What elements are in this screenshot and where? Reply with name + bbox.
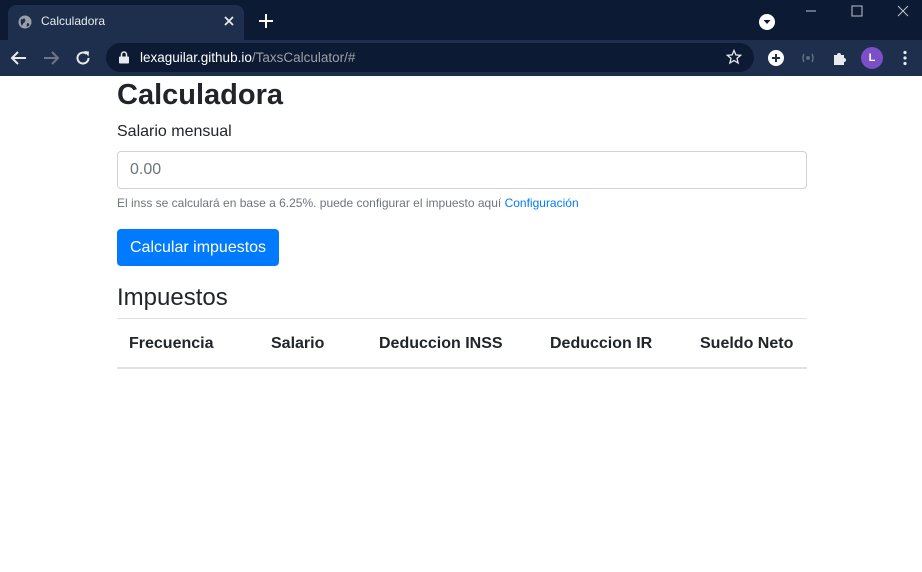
profile-avatar[interactable]: L	[861, 47, 883, 69]
chevron-down-icon[interactable]	[759, 14, 775, 30]
column-header-frecuencia: Frecuencia	[117, 318, 259, 369]
extension-add-icon[interactable]	[767, 49, 785, 67]
close-icon[interactable]	[222, 14, 236, 28]
browser-toolbar: lexaguilar.github.io/TaxsCalculator/# L	[0, 40, 922, 76]
url-text: lexaguilar.github.io/TaxsCalculator/#	[140, 50, 355, 65]
forward-arrow-icon[interactable]	[42, 49, 60, 67]
back-arrow-icon[interactable]	[10, 49, 28, 67]
minimize-icon[interactable]	[804, 4, 818, 18]
lock-icon[interactable]	[118, 51, 130, 64]
page-title: Calculadora	[117, 79, 283, 111]
column-header-deduccion-inss: Deduccion INSS	[367, 318, 538, 369]
browser-titlebar: Calculadora	[0, 0, 922, 40]
table-header-row: Frecuencia Salario Deduccion INSS Deducc…	[117, 318, 807, 369]
star-icon[interactable]	[726, 49, 742, 65]
taxes-table: Frecuencia Salario Deduccion INSS Deducc…	[117, 318, 807, 369]
extension-icon[interactable]	[799, 49, 817, 67]
reload-icon[interactable]	[74, 49, 92, 67]
salary-label: Salario mensual	[117, 123, 232, 140]
puzzle-icon[interactable]	[831, 49, 849, 67]
column-header-sueldo-neto: Sueldo Neto	[688, 318, 807, 369]
tab-title: Calculadora	[41, 14, 106, 28]
help-text: El inss se calculará en base a 6.25%. pu…	[117, 196, 579, 210]
calculate-taxes-button[interactable]: Calcular impuestos	[117, 229, 280, 266]
column-header-salario: Salario	[259, 318, 367, 369]
maximize-icon[interactable]	[850, 4, 864, 18]
menu-dots-icon[interactable]	[896, 49, 914, 67]
window-close-icon[interactable]	[896, 4, 910, 18]
taxes-section-title: Impuestos	[117, 284, 228, 311]
address-bar[interactable]: lexaguilar.github.io/TaxsCalculator/#	[106, 43, 754, 72]
config-link[interactable]: Configuración	[505, 196, 579, 210]
browser-tab[interactable]: Calculadora	[8, 5, 244, 40]
url-host: lexaguilar.github.io	[140, 50, 252, 65]
column-header-deduccion-ir: Deduccion IR	[538, 318, 688, 369]
salary-input[interactable]	[117, 151, 807, 189]
globe-icon	[18, 15, 32, 29]
help-text-body: El inss se calculará en base a 6.25%. pu…	[117, 196, 502, 210]
plus-icon[interactable]	[258, 13, 274, 29]
url-path: /TaxsCalculator/#	[251, 50, 356, 65]
